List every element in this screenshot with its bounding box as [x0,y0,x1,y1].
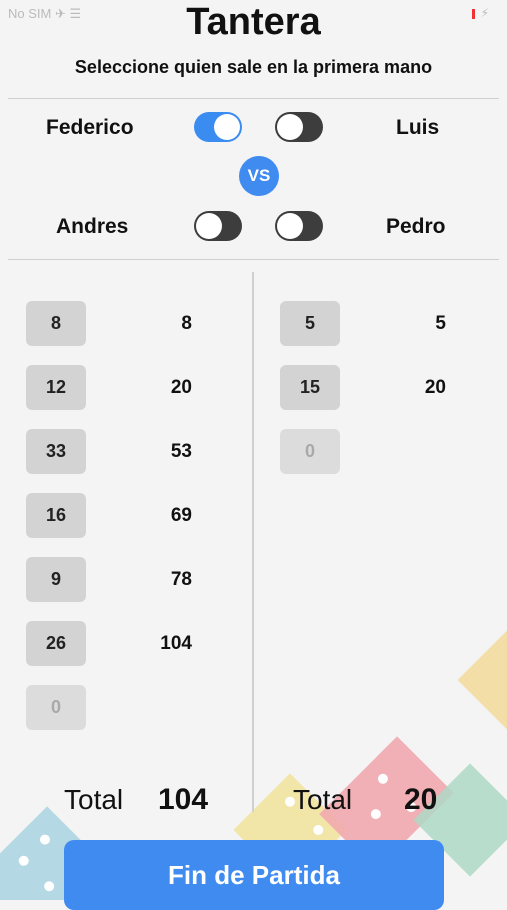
toggle-andres[interactable] [194,211,242,241]
cumulative-score: 20 [424,377,446,398]
score-entry-button[interactable]: 15 [280,365,340,410]
toggle-pedro[interactable] [275,211,323,241]
cumulative-score: 53 [170,441,192,462]
divider [8,259,499,260]
total-label-left: Total [64,784,124,815]
cumulative-score: 69 [170,505,192,526]
score-entry-button[interactable]: 26 [26,621,86,666]
page-title: Tantera [186,1,321,43]
cumulative-score: 20 [170,377,192,398]
score-entry-button[interactable]: 9 [26,557,86,602]
cumulative-score: 104 [160,633,192,654]
score-entry-button[interactable]: 16 [26,493,86,538]
toggle-federico[interactable] [194,112,242,142]
total-label-right: Total [293,784,353,815]
cumulative-score: 78 [170,569,192,590]
cumulative-score: 5 [435,313,446,334]
vs-badge: VS [239,156,279,196]
score-entry-button[interactable]: 33 [26,429,86,474]
toggle-knob [196,213,222,239]
total-value-left: 104 [158,783,209,816]
new-score-input[interactable]: 0 [26,685,86,730]
toggle-luis[interactable] [275,112,323,142]
new-score-input[interactable]: 0 [280,429,340,474]
toggle-knob [277,114,303,140]
score-entry-button[interactable]: 12 [26,365,86,410]
player-name-luis: Luis [396,116,440,139]
score-entry-button[interactable]: 8 [26,301,86,346]
team-divider [252,272,254,812]
score-entry-button[interactable]: 5 [280,301,340,346]
cumulative-score: 8 [181,313,192,334]
player-name-pedro: Pedro [386,215,446,238]
player-name-federico: Federico [46,116,134,139]
toggle-knob [277,213,303,239]
divider [8,98,499,99]
player-name-andres: Andres [56,215,129,238]
toggle-knob [214,114,240,140]
total-value-right: 20 [404,783,438,816]
page-subtitle: Seleccione quien sale en la primera mano [74,57,433,77]
